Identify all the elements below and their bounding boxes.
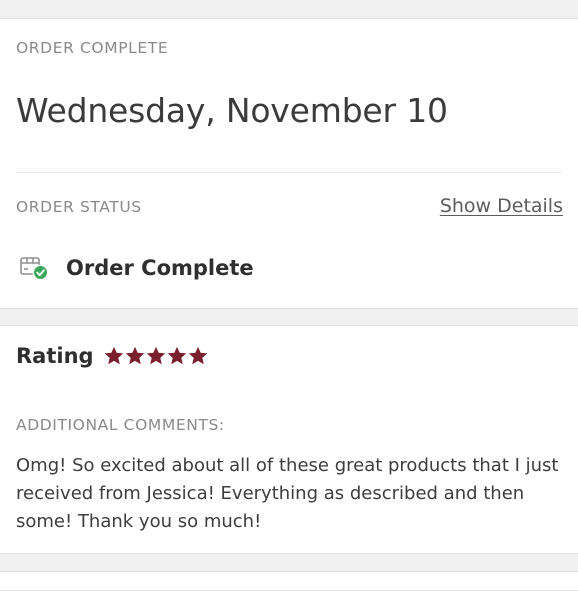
order-summary-card: ORDER COMPLETE Wednesday, November 10 OR… — [0, 18, 578, 309]
order-complete-eyebrow: ORDER COMPLETE — [16, 39, 169, 57]
order-status-eyebrow: ORDER STATUS — [16, 198, 142, 216]
star-icon — [167, 346, 186, 365]
star-icon — [188, 346, 207, 365]
rating-stars — [104, 346, 208, 366]
rating-card: Rating ADDITIONAL COMMENTS: Omg! So exci… — [0, 325, 578, 554]
additional-comments-eyebrow: ADDITIONAL COMMENTS: — [16, 416, 225, 434]
order-status-label: Order Complete — [66, 256, 254, 280]
package-check-icon — [19, 252, 51, 284]
next-card — [0, 571, 578, 591]
order-status-row: Order Complete — [19, 252, 254, 284]
star-icon — [146, 346, 165, 365]
star-icon — [104, 346, 123, 365]
rating-row: Rating — [16, 344, 208, 368]
star-icon — [125, 346, 144, 365]
section-divider — [16, 172, 562, 173]
show-details-link[interactable]: Show Details — [440, 195, 563, 217]
comment-text: Omg! So excited about all of these great… — [16, 455, 559, 532]
rating-label: Rating — [16, 344, 94, 368]
order-date-title: Wednesday, November 10 — [16, 91, 448, 130]
